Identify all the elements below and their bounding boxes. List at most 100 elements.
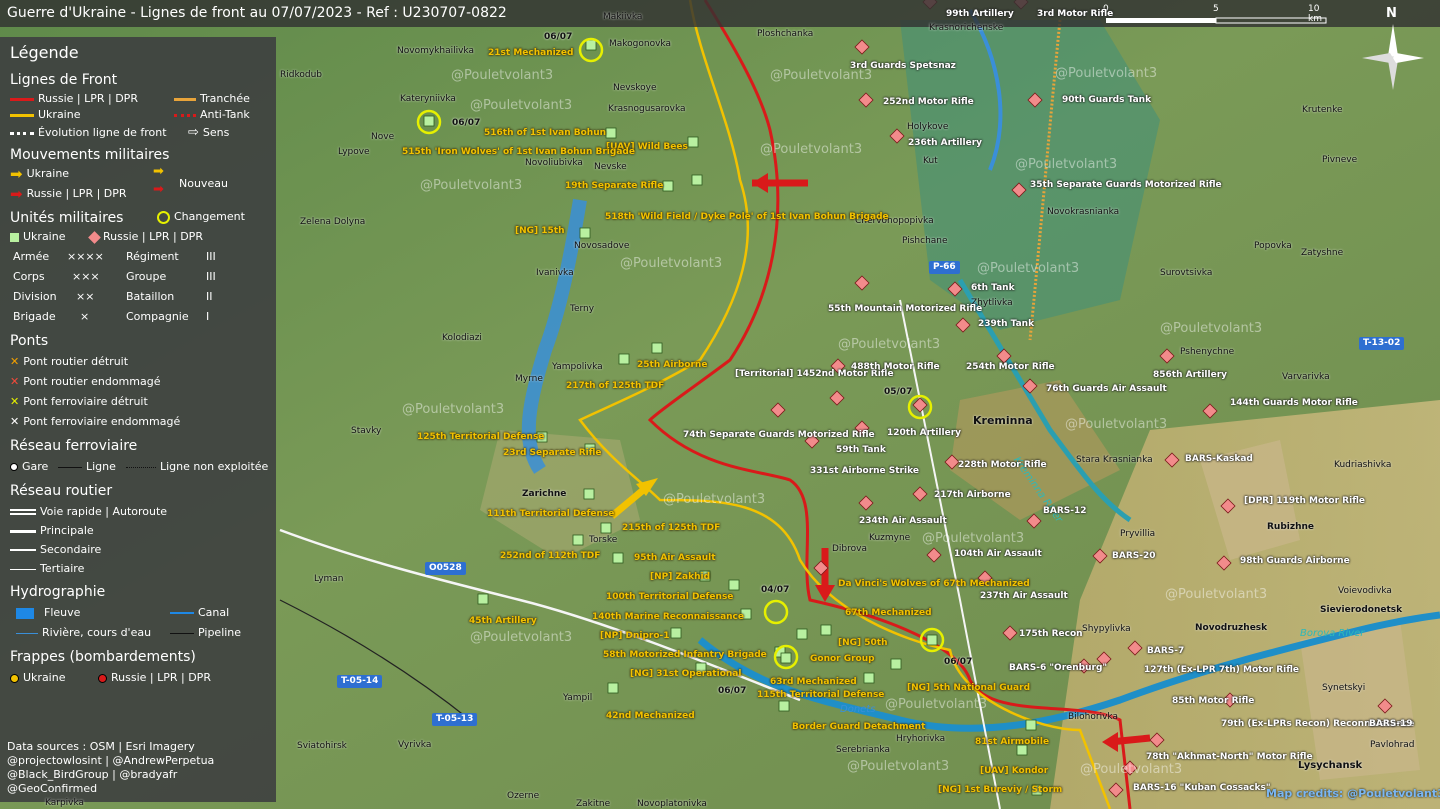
rail-line-swatch (58, 466, 82, 468)
ukraine-unit-marker[interactable] (651, 342, 663, 354)
watermark: @Pouletvolant3 (470, 630, 573, 645)
ukraine-unit-marker[interactable] (728, 579, 740, 591)
ukraine-unit-marker[interactable] (605, 127, 617, 139)
legend-pipeline: Pipeline (170, 623, 241, 643)
legend-road-highway: Voie rapide | Autoroute (10, 502, 167, 522)
ukraine-unit-marker[interactable] (423, 115, 435, 127)
place-label: Makiivka (603, 12, 643, 22)
ukraine-unit-marker[interactable] (612, 552, 624, 564)
road-badge-t1302: T-13-02 (1359, 337, 1405, 350)
legend-echelons: Armée ×××× Régiment III Corps ××× Groupe III D… (10, 247, 276, 327)
legend-russia-line-label: Russie | LPR | DPR (38, 92, 138, 105)
ukraine-unit-marker[interactable] (583, 488, 595, 500)
russia-unit-label: 237th Air Assault (980, 591, 1068, 601)
ukraine-unit-marker[interactable] (820, 624, 832, 636)
direction-arrow-icon: ⇨ (188, 125, 199, 140)
ukraine-unit-label: [NG] 1st Bureviy / Storm (938, 785, 1063, 795)
legend-station-label: Gare (22, 460, 49, 473)
ukraine-unit-marker[interactable] (687, 136, 699, 148)
ukraine-unit-marker[interactable] (579, 227, 591, 239)
legend-roads-title: Réseau routier (10, 483, 113, 499)
echelon-brigade-sym: × (80, 310, 90, 323)
ukraine-unit-marker[interactable] (607, 682, 619, 694)
bridge-road-damaged-icon: ✕ (10, 375, 20, 388)
ukraine-unit-icon (10, 232, 19, 242)
legend-strikes-title: Frappes (bombardements) (10, 649, 196, 665)
ukraine-unit-label: Border Guard Detachment (792, 722, 926, 732)
source-line-4: @GeoConfirmed (7, 782, 98, 795)
russia-unit-label: Da Vinci's Wolves of 67th Mechanized (838, 579, 1030, 589)
russia-unit-label: BARS-12 (1043, 506, 1087, 516)
ukraine-unit-marker[interactable] (618, 353, 630, 365)
legend-title: Légende (10, 43, 79, 62)
place-label: Kolodiazi (442, 333, 482, 343)
watermark: @Pouletvolant3 (470, 98, 573, 113)
ukraine-unit-marker[interactable] (585, 39, 597, 51)
echelon-group: Groupe (126, 270, 167, 283)
ukraine-unit-label: 23rd Separate Rifle (503, 448, 602, 458)
place-label: Yampolivka (552, 362, 603, 372)
legend-bridge-rail-damaged: ✕ Pont ferroviaire endommagé (10, 412, 180, 432)
legend-rail-title: Réseau ferroviaire (10, 438, 138, 454)
ukraine-unit-marker[interactable] (1025, 719, 1037, 731)
date-label: 06/07 (944, 657, 973, 667)
ukraine-unit-marker[interactable] (662, 180, 674, 192)
place-label: Shypylivka (1082, 624, 1131, 634)
bridge-rail-destroyed-label: Pont ferroviaire détruit (23, 395, 148, 408)
ukraine-unit-marker[interactable] (863, 672, 875, 684)
road-tertiary-label: Tertiaire (40, 562, 85, 575)
river-label: Rivière, cours d'eau (42, 626, 152, 639)
ukraine-unit-marker[interactable] (600, 522, 612, 534)
place-label: Novosadove (574, 241, 630, 251)
legend-trench-label: Tranchée (200, 92, 250, 105)
watermark: @Pouletvolant3 (885, 697, 988, 712)
ukraine-unit-label: 515th 'Iron Wolves' of 1st Ivan Bohun Br… (402, 147, 635, 157)
ukraine-unit-marker[interactable] (778, 700, 790, 712)
ukraine-unit-label: 95th Air Assault (634, 553, 716, 563)
ukraine-unit-marker[interactable] (691, 174, 703, 186)
scale-tick-5: 5 (1213, 4, 1219, 14)
legend-russia-move-label: Russie | LPR | DPR (26, 187, 127, 200)
bridge-rail-damaged-label: Pont ferroviaire endommagé (23, 415, 181, 428)
place-label: Novomykhailivka (397, 46, 474, 56)
ukraine-unit-label: 217th of 125th TDF (566, 381, 665, 391)
legend-rail-line: Ligne (58, 457, 116, 477)
river-big-label: Fleuve (44, 606, 81, 619)
ukraine-unit-marker[interactable] (670, 627, 682, 639)
ukraine-unit-label: [NP] Zakhid (650, 572, 711, 582)
strike-russia-icon (98, 673, 107, 683)
place-label: Kut (923, 156, 938, 166)
legend-bridge-rail-destroyed: ✕ Pont ferroviaire détruit (10, 392, 148, 412)
ukraine-unit-marker[interactable] (780, 652, 792, 664)
ukraine-unit-marker[interactable] (890, 658, 902, 670)
ukraine-unit-label: 58th Motorized Infantry Brigade (603, 650, 767, 660)
place-label: Zarichne (522, 489, 567, 499)
place-label: Lyman (314, 574, 344, 584)
russia-unit-label: 99th Artillery (946, 9, 1014, 19)
ukraine-unit-marker[interactable] (477, 593, 489, 605)
road-badge-o0528: O0528 (425, 562, 466, 575)
new-ukraine-arrow-icon: ➡ (153, 164, 164, 179)
watermark: @Pouletvolant3 (1160, 321, 1263, 336)
ukraine-unit-marker[interactable] (796, 628, 808, 640)
watermark: @Pouletvolant3 (922, 531, 1025, 546)
ukraine-unit-label: [NP] Dnipro-1 (600, 631, 670, 641)
legend-bridges-title: Ponts (10, 333, 49, 349)
russia-unit-label: 74th Separate Guards Motorized Rifle (683, 430, 875, 440)
place-label: Surovtsivka (1160, 268, 1213, 278)
scale-tick-10: 10 km (1308, 4, 1322, 24)
echelon-division: Division (13, 290, 57, 303)
place-label: Karpivka (45, 798, 85, 808)
legend-ukraine-move: ➡ Ukraine (10, 164, 69, 184)
watermark: @Pouletvolant3 (1080, 762, 1183, 777)
echelon-division-sym: ×× (76, 290, 95, 303)
ukraine-unit-marker[interactable] (926, 634, 938, 646)
ukraine-unit-label: [NG] 50th (838, 638, 888, 648)
highway-swatch (10, 509, 36, 515)
bridge-rail-destroyed-icon: ✕ (10, 395, 20, 408)
russia-unit-label: 228th Motor Rifle (958, 460, 1047, 470)
place-label: Yampil (563, 693, 593, 703)
watermark: @Pouletvolant3 (402, 402, 505, 417)
ukraine-unit-marker[interactable] (572, 534, 584, 546)
source-line-1: Data sources : OSM | Esri Imagery (7, 740, 195, 753)
